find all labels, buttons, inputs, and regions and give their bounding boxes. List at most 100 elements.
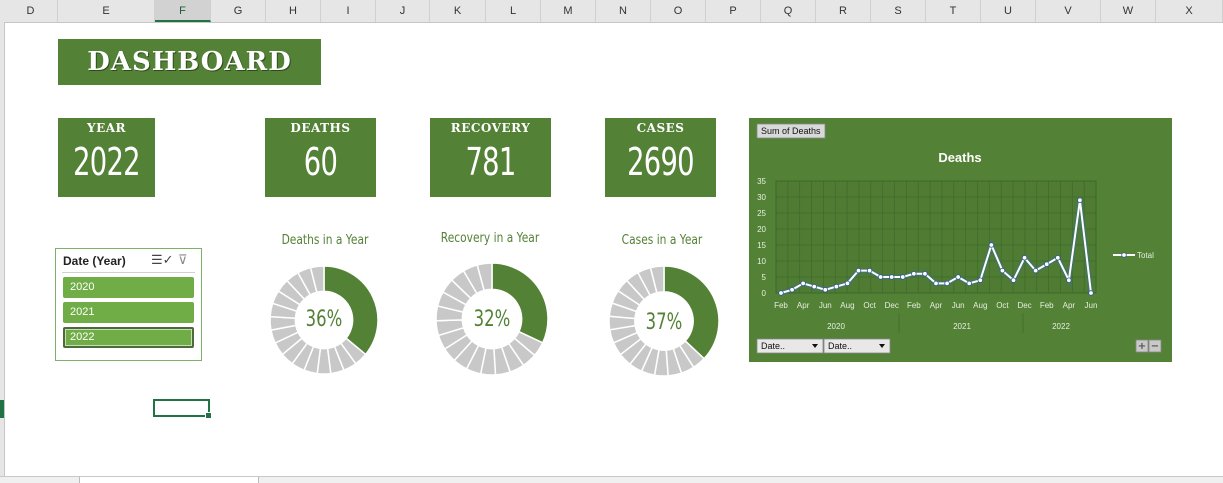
column-header-k[interactable]: K (430, 0, 486, 22)
expand-field-button[interactable]: + (1135, 339, 1149, 353)
column-header-q[interactable]: Q (761, 0, 816, 22)
data-point (889, 274, 895, 280)
column-header-x[interactable]: X (1156, 0, 1223, 22)
column-header-bar: DEFGHIJKLMNOPQRSTUVWX (0, 0, 1223, 23)
chart-legend: Total (1113, 251, 1154, 260)
sum-of-deaths-field-button[interactable]: Sum of Deaths (756, 123, 826, 139)
data-point (1010, 277, 1017, 283)
slicer-item-2021[interactable]: 2021 (63, 302, 194, 323)
column-header-v[interactable]: V (1036, 0, 1101, 22)
x-month-label: Apr (1063, 301, 1076, 310)
x-month-label: Feb (1040, 301, 1054, 310)
x-month-label: Oct (996, 301, 1009, 310)
data-point (1077, 197, 1083, 203)
data-point (822, 287, 828, 293)
data-point (1021, 255, 1028, 261)
column-header-t[interactable]: T (926, 0, 981, 22)
x-month-label: Aug (840, 301, 854, 310)
donut-cases-title: Cases in a Year (621, 233, 703, 248)
data-point (922, 271, 928, 277)
slicer-title: Date (Year) (63, 254, 126, 268)
kpi-cases-label: CASES (636, 121, 685, 135)
x-month-label: Jun (1085, 301, 1098, 310)
column-header-j[interactable]: J (376, 0, 430, 22)
data-point (855, 267, 862, 274)
x-month-label: Aug (973, 301, 987, 310)
multi-select-icon[interactable]: ☰✓ (151, 252, 174, 268)
dashboard-title-box: DASHBOARD (58, 39, 321, 85)
x-month-label: Apr (930, 301, 943, 310)
clear-filter-icon[interactable]: ⊽ (178, 252, 188, 268)
plus-icon: + (1138, 341, 1146, 352)
data-point (977, 277, 983, 283)
data-point (833, 283, 840, 290)
column-header-h[interactable]: H (266, 0, 321, 22)
x-year-label: 2022 (1052, 322, 1070, 331)
deaths-line-chart-svg: Sum of Deaths Deaths 0 5 10 15 20 25 30 35 Feb Apr J… (756, 123, 1162, 354)
y-tick-label: 10 (757, 257, 766, 266)
legend-label-total: Total (1137, 251, 1154, 260)
column-header-o[interactable]: O (651, 0, 706, 22)
x-month-label: Feb (774, 301, 788, 310)
data-point (811, 283, 817, 290)
donut-recovery-title: Recovery in a Year (440, 231, 540, 246)
column-header-s[interactable]: S (871, 0, 926, 22)
donut-cases-percent: 37% (645, 310, 683, 335)
date-field-filter-button[interactable]: Date.. (756, 338, 824, 354)
slicer-item-2020[interactable]: 2020 (63, 277, 194, 298)
data-point (911, 271, 917, 277)
deaths-pivot-chart[interactable]: Sum of Deaths Deaths 0 5 10 15 20 25 30 35 Feb Apr J… (749, 118, 1172, 362)
column-header-u[interactable]: U (981, 0, 1036, 22)
y-tick-label: 5 (762, 273, 767, 282)
plot-area (775, 180, 1097, 294)
data-point (955, 274, 961, 280)
x-month-label: Dec (1017, 301, 1031, 310)
year-slicer: Date (Year) ☰✓ ⊽ 2020 2021 2022 (55, 248, 202, 361)
data-point (789, 287, 795, 293)
column-header-l[interactable]: L (486, 0, 541, 22)
minus-icon: − (1151, 341, 1159, 352)
donut-deaths-title: Deaths in a Year (281, 233, 369, 248)
x-year-label: 2020 (827, 322, 845, 331)
column-header-m[interactable]: M (541, 0, 596, 22)
data-point (944, 280, 950, 287)
collapse-field-button[interactable]: − (1148, 339, 1162, 353)
kpi-recovery-card: RECOVERY 781 (430, 118, 551, 197)
kpi-deaths-card: DEATHS 60 (265, 118, 376, 197)
y-tick-label: 15 (757, 241, 766, 250)
data-point (866, 267, 873, 274)
dashboard-title: DASHBOARD (87, 47, 292, 77)
column-header-i[interactable]: I (321, 0, 376, 22)
column-header-p[interactable]: P (706, 0, 761, 22)
data-point (1055, 255, 1061, 261)
column-header-n[interactable]: N (596, 0, 651, 22)
donut-deaths-percent: 36% (305, 307, 343, 332)
date-field-filter-button[interactable]: Date.. (823, 338, 891, 354)
data-point (844, 280, 851, 287)
data-point (988, 242, 995, 248)
x-month-label: Oct (863, 301, 876, 310)
column-header-e[interactable]: E (58, 0, 155, 22)
column-header-d[interactable]: D (4, 0, 58, 22)
data-point (877, 274, 884, 280)
y-tick-label: 25 (757, 209, 766, 218)
kpi-year-value: 2022 (73, 140, 140, 184)
column-header-f[interactable]: F (155, 0, 211, 22)
data-point (1066, 277, 1072, 283)
data-point (966, 280, 972, 287)
field-button-label: Sum of Deaths (761, 126, 821, 136)
column-header-g[interactable]: G (211, 0, 266, 22)
column-header-r[interactable]: R (816, 0, 871, 22)
chart-title: Deaths (938, 150, 981, 165)
slicer-item-2022[interactable]: 2022 (63, 327, 194, 348)
x-month-label: Jun (819, 301, 832, 310)
column-header-w[interactable]: W (1101, 0, 1156, 22)
x-month-label: Jun (952, 301, 965, 310)
active-cell[interactable] (153, 399, 212, 419)
data-point (1032, 267, 1039, 274)
x-year-label: 2021 (953, 322, 971, 331)
kpi-deaths-value: 60 (303, 140, 338, 184)
data-point (933, 280, 939, 287)
kpi-recovery-label: RECOVERY (450, 121, 531, 135)
filter-button-label: Date.. (828, 341, 852, 351)
